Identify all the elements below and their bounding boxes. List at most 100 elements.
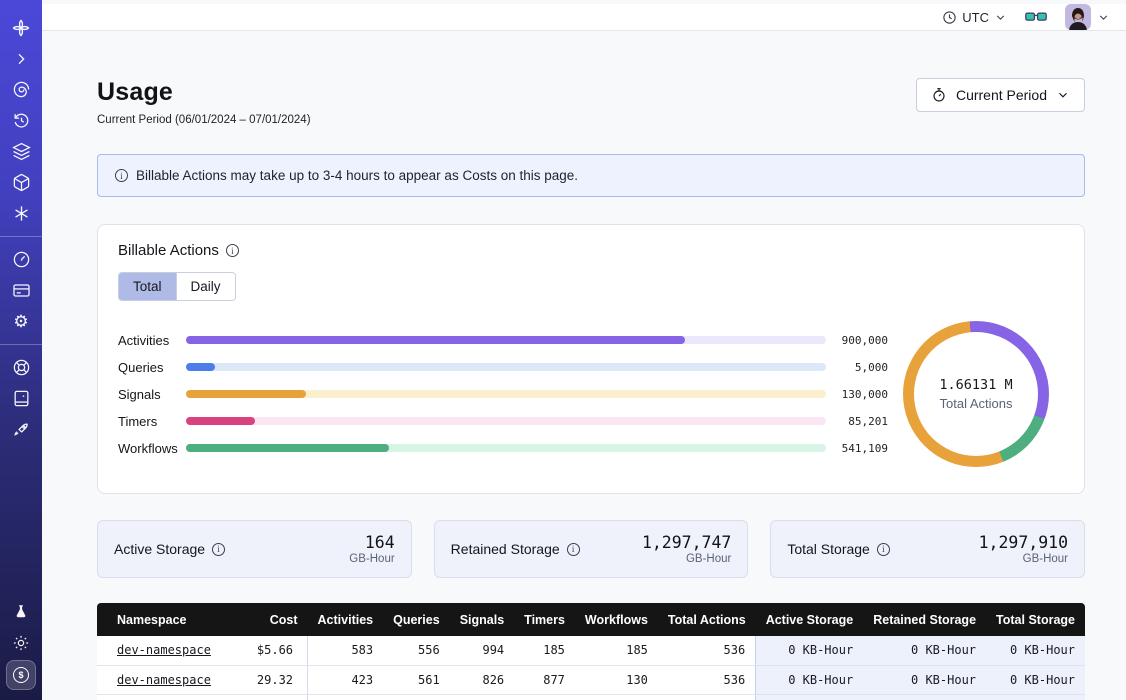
workflows-cell: 185	[575, 636, 658, 665]
bar-track	[186, 417, 826, 425]
namespaces-icon[interactable]	[0, 74, 42, 105]
timezone-label: UTC	[962, 10, 989, 25]
column-header: Signals	[450, 603, 514, 636]
storage-unit: GB-Hour	[349, 553, 394, 565]
total-actions-donut: 1.66131 M Total Actions	[903, 321, 1049, 467]
bar-row-queries: Queries 5,000	[118, 354, 888, 381]
storage-value: 1,297,910	[979, 533, 1068, 552]
stopwatch-icon	[931, 87, 947, 103]
settings-gear-icon[interactable]: ⚙	[0, 306, 42, 337]
docs-book-icon[interactable]	[0, 383, 42, 414]
tab-total[interactable]: Total	[119, 273, 176, 300]
sidebar-bottom-group: $	[0, 596, 42, 690]
timers-cell: 816	[514, 694, 575, 700]
active-storage-card: Active Storage i 164 GB-Hour	[97, 520, 412, 578]
activities-cell: 423	[308, 665, 384, 694]
storage-values: 164 GB-Hour	[349, 533, 394, 565]
queries-cell: 556	[383, 636, 450, 665]
page-title-block: Usage Current Period (06/01/2024 – 07/01…	[97, 78, 311, 126]
expand-chevron-icon[interactable]	[0, 43, 42, 74]
info-icon: i	[115, 169, 128, 182]
retained-storage-cell: 0 KB-Hour	[863, 636, 986, 665]
billing-card-icon[interactable]	[0, 275, 42, 306]
bar-value: 5,000	[826, 361, 888, 374]
page-header: Usage Current Period (06/01/2024 – 07/01…	[97, 78, 1085, 126]
column-header: Cost	[241, 603, 307, 636]
column-header: Timers	[514, 603, 575, 636]
temporal-logo-icon[interactable]	[0, 12, 42, 43]
tab-daily[interactable]: Daily	[176, 273, 235, 300]
storage-cards-row: Active Storage i 164 GB-Hour Retained St…	[97, 520, 1085, 578]
storage-label-row: Retained Storage i	[451, 541, 580, 557]
sidebar-divider	[0, 236, 42, 237]
period-button-label: Current Period	[956, 87, 1047, 103]
bar-label: Activities	[118, 333, 186, 348]
gear-glyph: ⚙	[13, 313, 28, 330]
avatar	[1065, 4, 1091, 30]
total-storage-cell: 0 KB-Hour	[986, 694, 1085, 700]
workflows-cell: 130	[575, 665, 658, 694]
timezone-selector[interactable]: UTC	[942, 10, 1007, 25]
banner-text: Billable Actions may take up to 3-4 hour…	[136, 168, 578, 183]
total-storage-cell: 0 KB-Hour	[986, 665, 1085, 694]
account-menu[interactable]	[1065, 4, 1110, 30]
nexus-asterisk-icon[interactable]	[0, 198, 42, 229]
info-icon[interactable]: i	[226, 244, 239, 257]
bar-row-workflows: Workflows 541,109	[118, 435, 888, 462]
signals-cell: 994	[450, 636, 514, 665]
storage-unit: GB-Hour	[642, 553, 731, 565]
retained-storage-card: Retained Storage i 1,297,747 GB-Hour	[434, 520, 749, 578]
usage-coin-icon-active[interactable]: $	[6, 660, 36, 690]
billable-actions-chart: Activities 900,000 Queries 5,000 Signals	[118, 321, 1064, 467]
layers-icon[interactable]	[0, 136, 42, 167]
namespace-link[interactable]: dev-namespace	[117, 673, 211, 687]
bar-fill	[186, 417, 255, 425]
storage-label-row: Total Storage i	[787, 541, 890, 557]
support-lifebuoy-icon[interactable]	[0, 352, 42, 383]
total-daily-tabs: Total Daily	[118, 272, 236, 301]
period-select-button[interactable]: Current Period	[916, 78, 1085, 112]
rocket-icon[interactable]	[0, 414, 42, 445]
bar-track	[186, 336, 826, 344]
total-storage-card: Total Storage i 1,297,910 GB-Hour	[770, 520, 1085, 578]
storage-values: 1,297,910 GB-Hour	[979, 533, 1068, 565]
info-icon[interactable]: i	[877, 543, 890, 556]
storage-unit: GB-Hour	[979, 553, 1068, 565]
active-storage-cell: 0 KB-Hour	[756, 694, 864, 700]
cost-cell: $5.66	[241, 636, 307, 665]
cost-cell: 29.32	[241, 665, 307, 694]
theme-sun-icon[interactable]	[0, 627, 42, 658]
total-actions-value: 1.66131 M	[939, 377, 1012, 393]
clock-icon	[942, 10, 957, 25]
dashboard-gauge-icon[interactable]	[0, 244, 42, 275]
bar-fill	[186, 444, 389, 452]
column-header: Workflows	[575, 603, 658, 636]
total-storage-cell: 0 KB-Hour	[986, 636, 1085, 665]
labs-flask-icon[interactable]	[0, 596, 42, 627]
info-icon[interactable]: i	[212, 543, 225, 556]
topbar: UTC	[42, 0, 1126, 31]
queries-cell: 536	[383, 694, 450, 700]
column-header: Activities	[308, 603, 384, 636]
bar-value: 541,109	[826, 442, 888, 455]
app-root: ⚙	[0, 0, 1126, 700]
bar-label: Workflows	[118, 441, 186, 456]
cost-cell: $3.35	[241, 694, 307, 700]
signals-cell: 826	[450, 665, 514, 694]
billable-actions-title: Billable Actions	[118, 242, 219, 259]
namespace-cell: dev-namespace	[97, 665, 241, 694]
chevron-down-icon	[1097, 11, 1110, 24]
info-icon[interactable]: i	[567, 543, 580, 556]
active-storage-cell: 0 KB-Hour	[756, 665, 864, 694]
bar-row-signals: Signals 130,000	[118, 381, 888, 408]
table-row: dev-namespace $3.35 492 536 883 816 600 …	[97, 694, 1085, 700]
main-column: UTC	[42, 0, 1126, 700]
history-clock-icon[interactable]	[0, 105, 42, 136]
workflows-cell: 600	[575, 694, 658, 700]
bar-row-timers: Timers 85,201	[118, 408, 888, 435]
feedback-glasses-icon[interactable]	[1025, 9, 1047, 25]
namespace-cell: dev-namespace	[97, 694, 241, 700]
box-icon[interactable]	[0, 167, 42, 198]
bar-track	[186, 363, 826, 371]
namespace-link[interactable]: dev-namespace	[117, 643, 211, 657]
